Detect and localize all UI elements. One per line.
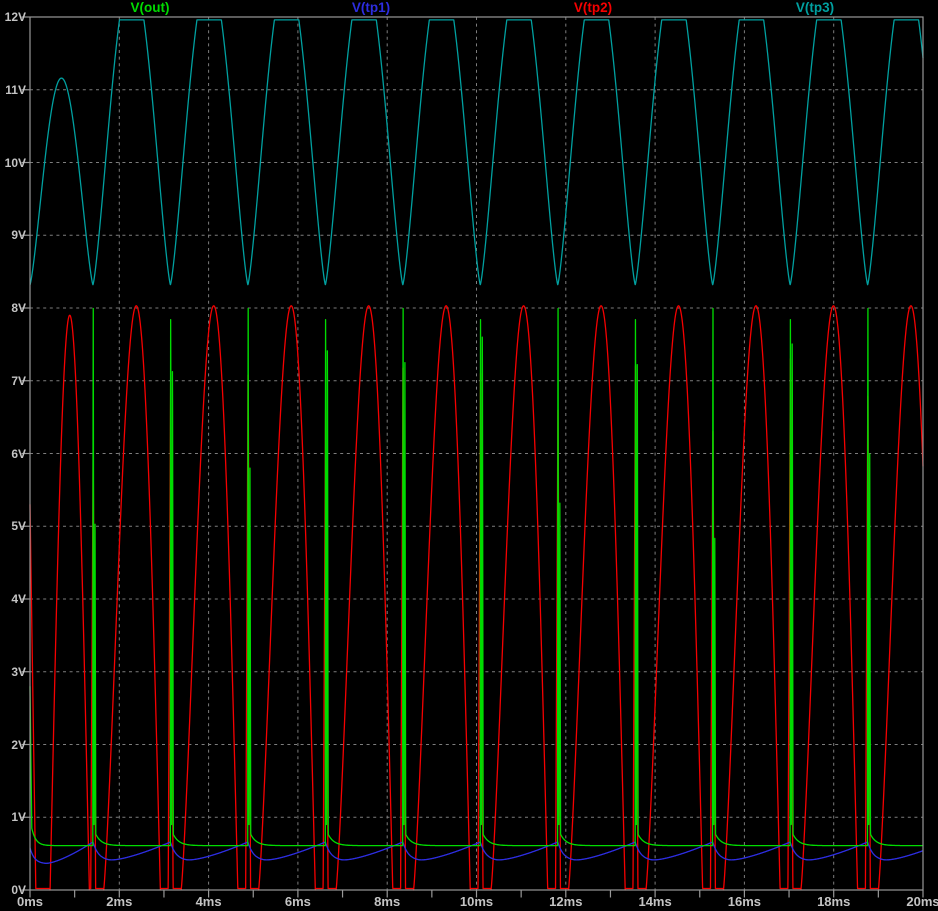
legend-item-vtp1[interactable]: V(tp1) <box>352 0 390 16</box>
x-tick-label-8ms: 8ms <box>374 894 400 909</box>
y-tick-label-10V: 10V <box>0 156 26 170</box>
legend-item-vout[interactable]: V(out) <box>131 0 170 16</box>
x-tick-label-4ms: 4ms <box>196 894 222 909</box>
y-tick-label-6V: 6V <box>0 447 26 461</box>
y-tick-label-4V: 4V <box>0 592 26 606</box>
y-tick-label-1V: 1V <box>0 810 26 824</box>
x-tick-label-20ms: 20ms <box>906 894 938 909</box>
x-tick-label-2ms: 2ms <box>106 894 132 909</box>
y-tick-label-7V: 7V <box>0 374 26 388</box>
x-tick-label-0ms: 0ms <box>17 894 43 909</box>
y-tick-label-12V: 12V <box>0 10 26 24</box>
legend-item-vtp3[interactable]: V(tp3) <box>796 0 834 16</box>
trace-vtp3 <box>30 20 923 285</box>
plot-canvas[interactable] <box>0 0 938 911</box>
x-tick-label-16ms: 16ms <box>728 894 761 909</box>
y-tick-label-5V: 5V <box>0 519 26 533</box>
x-tick-label-12ms: 12ms <box>549 894 582 909</box>
x-tick-label-10ms: 10ms <box>460 894 493 909</box>
y-tick-label-3V: 3V <box>0 665 26 679</box>
x-tick-label-18ms: 18ms <box>817 894 850 909</box>
legend-item-vtp2[interactable]: V(tp2) <box>574 0 612 16</box>
y-tick-label-8V: 8V <box>0 301 26 315</box>
y-tick-label-2V: 2V <box>0 738 26 752</box>
x-tick-label-6ms: 6ms <box>285 894 311 909</box>
waveform-viewer: 0V1V2V3V4V5V6V7V8V9V10V11V12V 0ms2ms4ms6… <box>0 0 938 911</box>
y-tick-label-11V: 11V <box>0 83 26 97</box>
x-tick-label-14ms: 14ms <box>638 894 671 909</box>
y-tick-label-9V: 9V <box>0 228 26 242</box>
